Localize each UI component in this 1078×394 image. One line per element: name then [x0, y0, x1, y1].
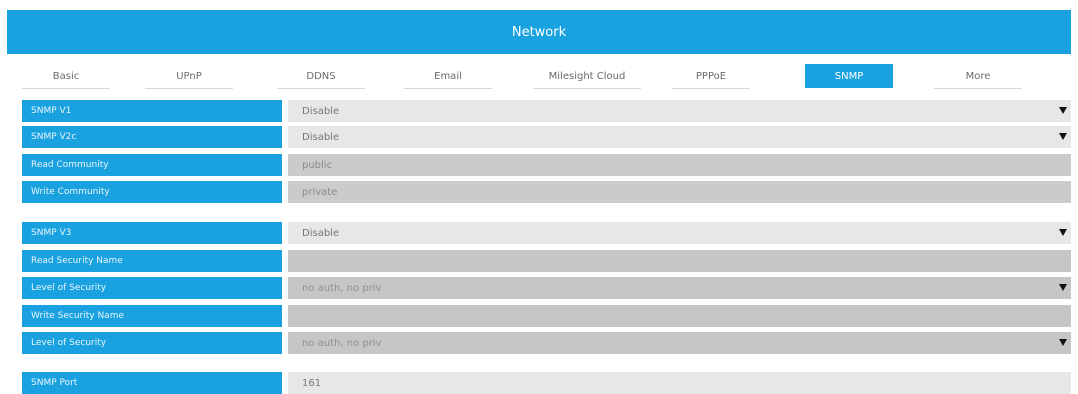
triangle-down-icon[interactable] — [1059, 339, 1067, 346]
write-level-of-security-label: Level of Security — [22, 332, 282, 354]
write-level-of-security-select[interactable]: no auth, no priv — [288, 332, 1071, 354]
write-security-name-label: Write Security Name — [22, 305, 282, 327]
snmp-v3-value: Disable — [302, 227, 340, 239]
tab-milesight-cloud[interactable]: Milesight Cloud — [533, 64, 641, 89]
page-header: Network — [7, 10, 1071, 54]
snmp-v1-select[interactable]: Disable — [288, 100, 1071, 122]
read-security-name-input[interactable] — [288, 250, 1071, 272]
triangle-down-icon[interactable] — [1059, 107, 1067, 114]
snmp-v3-label: SNMP V3 — [22, 222, 282, 244]
read-level-of-security-label: Level of Security — [22, 277, 282, 299]
read-community-value: public — [302, 159, 333, 171]
write-community-input[interactable]: private — [288, 181, 1071, 203]
snmp-v1-value: Disable — [302, 105, 340, 117]
snmp-v2c-row: SNMP V2c Disable — [0, 126, 1078, 148]
tab-upnp[interactable]: UPnP — [145, 64, 233, 89]
snmp-v2c-select[interactable]: Disable — [288, 126, 1071, 148]
tab-basic[interactable]: Basic — [22, 64, 110, 89]
write-community-value: private — [302, 186, 338, 198]
read-level-of-security-value: no auth, no priv — [302, 282, 382, 294]
snmp-v3-row: SNMP V3 Disable — [0, 222, 1078, 244]
page-title: Network — [511, 24, 567, 40]
snmp-v2c-value: Disable — [302, 131, 340, 143]
read-community-input[interactable]: public — [288, 154, 1071, 176]
write-level-of-security-value: no auth, no priv — [302, 337, 382, 349]
read-security-name-row: Read Security Name — [0, 250, 1078, 272]
snmp-port-row: SNMP Port 161 — [0, 372, 1078, 394]
tab-ddns[interactable]: DDNS — [277, 64, 365, 89]
read-level-of-security-select[interactable]: no auth, no priv — [288, 277, 1071, 299]
read-community-row: Read Community public — [0, 154, 1078, 176]
read-community-label: Read Community — [22, 154, 282, 176]
write-community-row: Write Community private — [0, 181, 1078, 203]
snmp-port-label: SNMP Port — [22, 372, 282, 394]
write-security-name-row: Write Security Name — [0, 305, 1078, 327]
write-level-of-security-row: Level of Security no auth, no priv — [0, 332, 1078, 354]
read-security-name-label: Read Security Name — [22, 250, 282, 272]
read-level-of-security-row: Level of Security no auth, no priv — [0, 277, 1078, 299]
tab-more[interactable]: More — [934, 64, 1022, 89]
snmp-port-input[interactable]: 161 — [288, 372, 1071, 394]
tab-pppoe[interactable]: PPPoE — [672, 64, 750, 89]
snmp-v2c-label: SNMP V2c — [22, 126, 282, 148]
tab-snmp[interactable]: SNMP — [805, 64, 893, 88]
snmp-v1-row: SNMP V1 Disable — [0, 100, 1078, 122]
snmp-v1-label: SNMP V1 — [22, 100, 282, 122]
snmp-port-value: 161 — [302, 377, 322, 389]
triangle-down-icon[interactable] — [1059, 284, 1067, 291]
write-community-label: Write Community — [22, 181, 282, 203]
triangle-down-icon[interactable] — [1059, 133, 1067, 140]
network-tabs: Basic UPnP DDNS Email Milesight Cloud PP… — [0, 64, 1078, 92]
triangle-down-icon[interactable] — [1059, 229, 1067, 236]
snmp-v3-select[interactable]: Disable — [288, 222, 1071, 244]
tab-email[interactable]: Email — [404, 64, 492, 89]
write-security-name-input[interactable] — [288, 305, 1071, 327]
